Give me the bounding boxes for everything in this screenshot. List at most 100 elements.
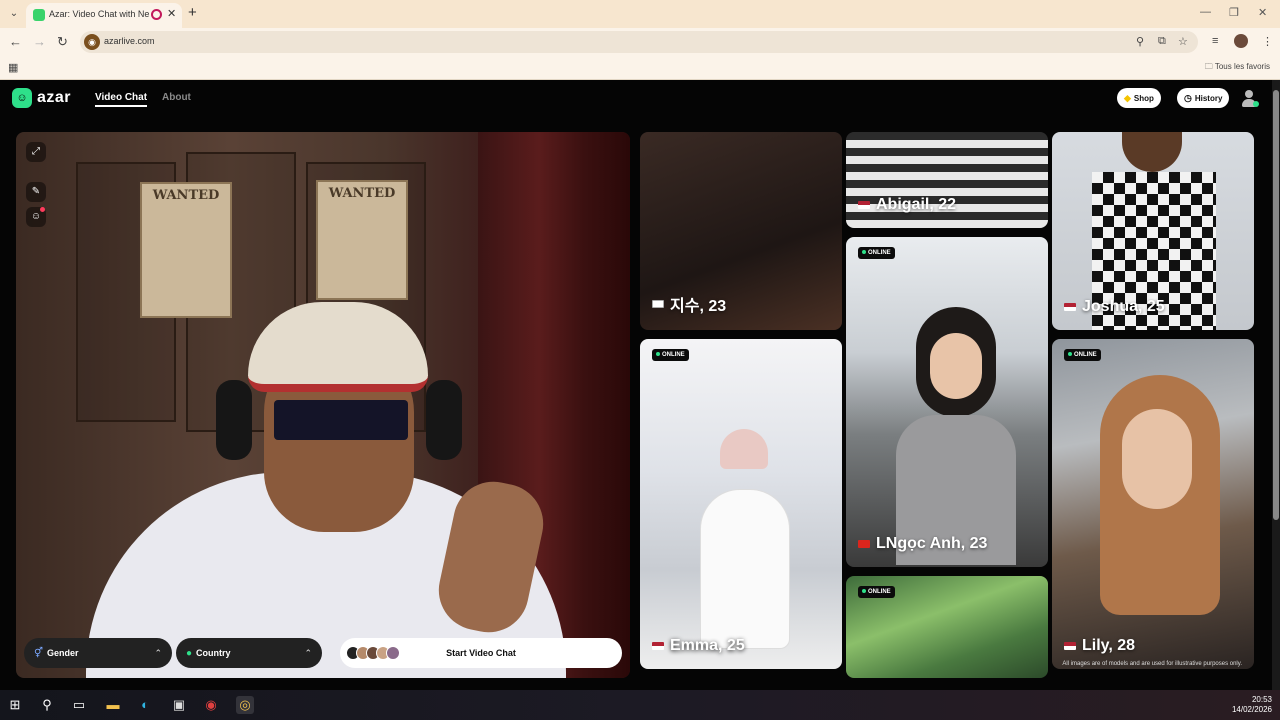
- profile-card[interactable]: ONLINE Lily, 28: [1052, 339, 1254, 669]
- azar-favicon-icon: [33, 9, 45, 21]
- globe-icon: ●: [186, 647, 193, 659]
- restore-icon[interactable]: ❐: [1229, 6, 1239, 19]
- start-video-chat-button[interactable]: Start Video Chat: [340, 638, 622, 668]
- gem-icon: ◆: [1124, 92, 1131, 103]
- apps-grid-icon[interactable]: ▦: [8, 61, 18, 74]
- face: [930, 333, 982, 399]
- back-icon[interactable]: ←: [9, 34, 22, 49]
- clock-date: 14/02/2026: [1231, 705, 1272, 714]
- flag-us-icon: [652, 642, 664, 650]
- install-app-icon[interactable]: ⧉: [1158, 35, 1166, 48]
- flag-us-icon: [1064, 642, 1076, 650]
- profile-card[interactable]: ONLINE: [846, 576, 1048, 678]
- recording-icon: [151, 9, 162, 20]
- country-label: Country: [196, 648, 231, 658]
- card-name: Joshua, 25: [1082, 298, 1165, 315]
- wanted-poster: WANTED: [316, 180, 408, 300]
- flag-us-icon: [1064, 303, 1076, 311]
- face: [1122, 409, 1192, 509]
- chrome-icon[interactable]: ◎: [236, 696, 254, 714]
- flag-kr-icon: [652, 300, 664, 308]
- card-name: 지수, 23: [670, 298, 727, 315]
- reading-list-icon[interactable]: ≡: [1212, 35, 1218, 47]
- new-tab-icon[interactable]: +: [188, 4, 197, 21]
- gender-select[interactable]: ⚥ Gender ⌃: [24, 638, 172, 668]
- history-label: History: [1194, 93, 1223, 103]
- gender-label: Gender: [47, 648, 79, 658]
- all-bookmarks-folder[interactable]: 🗀 Tous les favoris: [1205, 61, 1270, 75]
- flag-vn-icon: [858, 540, 870, 548]
- card-name: Lily, 28: [1082, 637, 1136, 654]
- beanie: [720, 429, 768, 469]
- profile-card[interactable]: Abigail, 22: [846, 132, 1048, 228]
- forward-icon[interactable]: →: [33, 34, 46, 49]
- bookmarks-folder-label: Tous les favoris: [1214, 62, 1270, 71]
- tab-title: Azar: Video Chat with New: [49, 9, 149, 19]
- profile-card[interactable]: ONLINE LNgọc Anh, 23: [846, 237, 1048, 567]
- scrollbar-thumb[interactable]: [1273, 90, 1279, 520]
- profile-avatar-icon[interactable]: [1234, 34, 1248, 48]
- chevron-up-icon: ⌃: [304, 647, 312, 658]
- zoom-icon[interactable]: ⚲: [1136, 35, 1144, 48]
- task-view-icon[interactable]: ▭: [70, 696, 88, 714]
- person-sunglasses: [274, 400, 408, 440]
- tab-close-icon[interactable]: ✕: [167, 7, 176, 20]
- reload-icon[interactable]: ↻: [57, 34, 68, 50]
- tab-search-icon[interactable]: ⌄: [6, 6, 22, 22]
- magic-wand-icon[interactable]: ✎: [26, 182, 46, 202]
- white-coat: [700, 489, 790, 649]
- clock-time: 20:53: [1251, 695, 1272, 704]
- user-account-icon[interactable]: [1240, 89, 1259, 107]
- browser-tab[interactable]: Azar: Video Chat with New ✕: [26, 3, 182, 28]
- azar-page: ☺ azar Video Chat About ◆ Shop ◷ History…: [0, 80, 1280, 690]
- azar-logo[interactable]: ☺ azar: [12, 88, 71, 108]
- profile-card[interactable]: Joshua, 25: [1052, 132, 1254, 330]
- close-window-icon[interactable]: ✕: [1258, 6, 1267, 19]
- headphone-left: [216, 380, 252, 460]
- card-name: Abigail, 22: [876, 196, 957, 213]
- chevron-up-icon: ⌃: [154, 647, 162, 658]
- card-name: LNgọc Anh, 23: [876, 535, 988, 552]
- obs-icon[interactable]: ◉: [202, 696, 220, 714]
- online-badge: ONLINE: [652, 349, 689, 361]
- profile-card[interactable]: 지수, 23: [640, 132, 842, 330]
- clock-icon: ◷: [1184, 92, 1192, 103]
- edge-icon[interactable]: ◐: [136, 696, 154, 714]
- page-scrollbar[interactable]: [1272, 80, 1280, 690]
- headphone-right: [426, 380, 462, 460]
- online-badge: ONLINE: [858, 247, 895, 259]
- site-info-icon[interactable]: ◉: [84, 34, 100, 50]
- browser-toolbar: ← → ↻ ◉ azarlive.com ⚲ ⧉ ☆ ≡ ⋮: [0, 28, 1280, 56]
- windows-taskbar: ⊞ ⚲ ▭ ▬ ◐ ▣ ◉ ◎ 20:53 14/02/2026: [0, 690, 1280, 720]
- wanted-poster: WANTED: [140, 182, 232, 318]
- browser-tab-bar: ⌄ Azar: Video Chat with New ✕ + — ❐ ✕: [0, 0, 1280, 28]
- windows-start-icon[interactable]: ⊞: [6, 696, 24, 714]
- address-bar[interactable]: ◉ azarlive.com ⚲ ⧉ ☆: [80, 31, 1198, 53]
- online-badge: ONLINE: [858, 586, 895, 598]
- profile-card[interactable]: ONLINE Emma, 25: [640, 339, 842, 669]
- face-filter-icon[interactable]: ☺: [26, 207, 46, 227]
- file-explorer-icon[interactable]: ▬: [104, 696, 122, 714]
- system-clock[interactable]: 20:53 14/02/2026: [1232, 695, 1272, 715]
- search-icon[interactable]: ⚲: [38, 696, 56, 714]
- country-select[interactable]: ● Country ⌃: [176, 638, 322, 668]
- nav-about[interactable]: About: [162, 92, 191, 103]
- face: [1122, 132, 1182, 172]
- card-name: Emma, 25: [670, 637, 745, 654]
- logo-text: azar: [37, 89, 72, 106]
- bookmark-star-icon[interactable]: ☆: [1178, 35, 1188, 48]
- online-badge: ONLINE: [1064, 349, 1101, 361]
- gender-icon: ⚥: [34, 647, 44, 659]
- shop-button[interactable]: ◆ Shop: [1117, 88, 1161, 108]
- nav-video-chat[interactable]: Video Chat: [95, 92, 148, 107]
- history-button[interactable]: ◷ History: [1177, 88, 1230, 108]
- webcam-preview: WANTED WANTED ⤢ ✎ ☺: [16, 132, 630, 678]
- url-text: azarlive.com: [104, 36, 155, 46]
- menu-dots-icon[interactable]: ⋮: [1262, 35, 1273, 48]
- minimize-icon[interactable]: —: [1200, 6, 1211, 18]
- disclaimer-text: All images are of models and are used fo…: [1062, 661, 1242, 667]
- expand-icon[interactable]: ⤢: [26, 142, 46, 162]
- bookmarks-bar: ▦ 🗀 Tous les favoris: [0, 56, 1280, 80]
- store-icon[interactable]: ▣: [170, 696, 188, 714]
- shop-label: Shop: [1133, 93, 1154, 103]
